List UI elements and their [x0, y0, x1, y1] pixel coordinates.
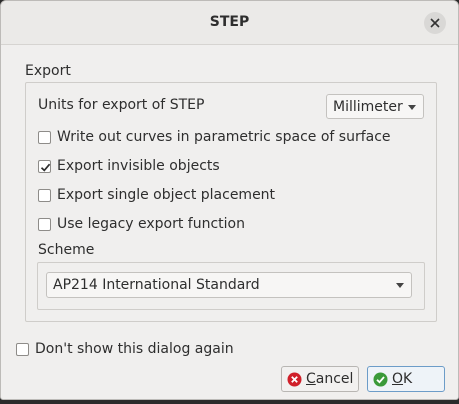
- option-label: Use legacy export function: [57, 216, 245, 232]
- option-label: Export single object placement: [57, 187, 276, 203]
- ok-icon: [373, 372, 388, 386]
- checkbox[interactable]: [38, 130, 51, 144]
- cancel-label: Cancel: [306, 371, 354, 387]
- option-legacy-export[interactable]: Use legacy export function: [38, 215, 245, 233]
- checkbox[interactable]: [38, 159, 51, 173]
- close-button[interactable]: [424, 12, 446, 34]
- close-icon: [430, 18, 440, 28]
- chevron-down-icon: [396, 283, 404, 288]
- dialog-title: STEP: [209, 14, 250, 30]
- checkbox[interactable]: [38, 217, 51, 231]
- ok-button[interactable]: OK: [367, 366, 445, 392]
- cancel-button[interactable]: Cancel: [281, 366, 359, 392]
- checkbox[interactable]: [16, 342, 29, 356]
- cancel-icon: [287, 372, 302, 386]
- dont-show-again[interactable]: Don't show this dialog again: [16, 340, 234, 358]
- scheme-label: Scheme: [38, 242, 95, 258]
- export-group-title: Export: [25, 63, 71, 79]
- checkbox[interactable]: [38, 188, 51, 202]
- units-select-value: Millimeter: [333, 98, 403, 115]
- scheme-select[interactable]: AP214 International Standard: [46, 272, 412, 298]
- option-label: Write out curves in parametric space of …: [57, 129, 391, 145]
- dont-show-label: Don't show this dialog again: [35, 341, 234, 357]
- chevron-down-icon: [408, 105, 416, 110]
- step-export-dialog: STEP Export Units for export of STEP Mil…: [0, 0, 459, 400]
- units-label: Units for export of STEP: [38, 97, 205, 113]
- option-single-placement[interactable]: Export single object placement: [38, 186, 275, 204]
- option-label: Export invisible objects: [57, 158, 220, 174]
- option-parametric-curves[interactable]: Write out curves in parametric space of …: [38, 128, 391, 146]
- scheme-select-value: AP214 International Standard: [53, 277, 260, 293]
- background-strip: [0, 400, 459, 404]
- checkmark-icon: [40, 163, 51, 172]
- units-select[interactable]: Millimeter: [326, 94, 424, 119]
- ok-label: OK: [392, 371, 413, 387]
- option-export-invisible[interactable]: Export invisible objects: [38, 157, 220, 175]
- title-bar: STEP: [1, 1, 458, 45]
